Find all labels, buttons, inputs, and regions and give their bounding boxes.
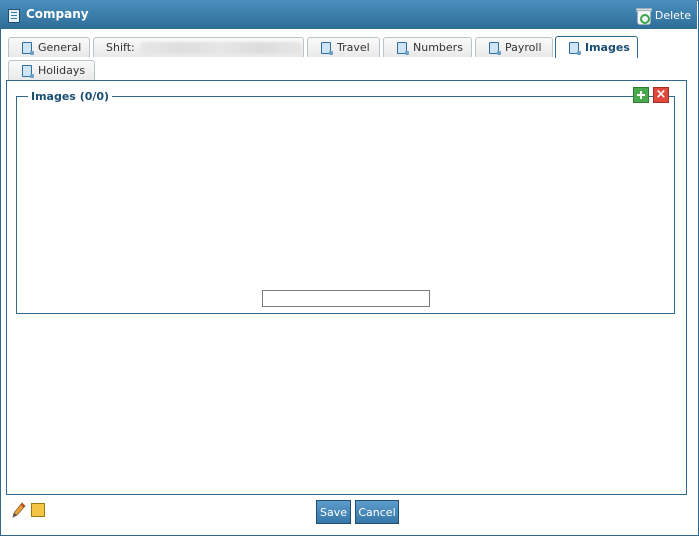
tab-shift[interactable]: Shift: <box>93 37 304 57</box>
page-icon <box>489 41 501 55</box>
remove-image-button[interactable]: × <box>653 87 669 103</box>
images-fieldset <box>16 96 675 314</box>
tab-payroll[interactable]: Payroll <box>475 37 553 57</box>
add-image-button[interactable] <box>633 87 649 103</box>
tab-travel[interactable]: Travel <box>307 37 380 57</box>
page-icon <box>22 64 34 78</box>
window-title: Company <box>26 7 89 21</box>
images-legend: Images (0/0) <box>28 90 113 103</box>
image-input[interactable] <box>262 290 430 307</box>
title-bar: Company Delete <box>0 0 697 29</box>
pencil-icon[interactable] <box>12 502 26 518</box>
tab-general[interactable]: General <box>8 37 90 57</box>
save-button[interactable]: Save <box>316 500 351 524</box>
tab-holidays[interactable]: Holidays <box>8 60 95 80</box>
page-icon <box>569 41 581 55</box>
page-icon <box>321 41 333 55</box>
delete-label: Delete <box>654 8 691 22</box>
page-icon <box>22 41 34 55</box>
recycle-bin-icon <box>635 6 652 25</box>
tab-images[interactable]: Images <box>555 36 638 58</box>
page-icon <box>397 41 409 55</box>
document-icon <box>8 9 20 23</box>
notes-icon[interactable] <box>28 503 45 521</box>
tab-numbers[interactable]: Numbers <box>383 37 472 57</box>
redacted-shift-name <box>139 41 302 54</box>
delete-button[interactable]: Delete <box>635 4 691 26</box>
cancel-button[interactable]: Cancel <box>355 500 399 524</box>
